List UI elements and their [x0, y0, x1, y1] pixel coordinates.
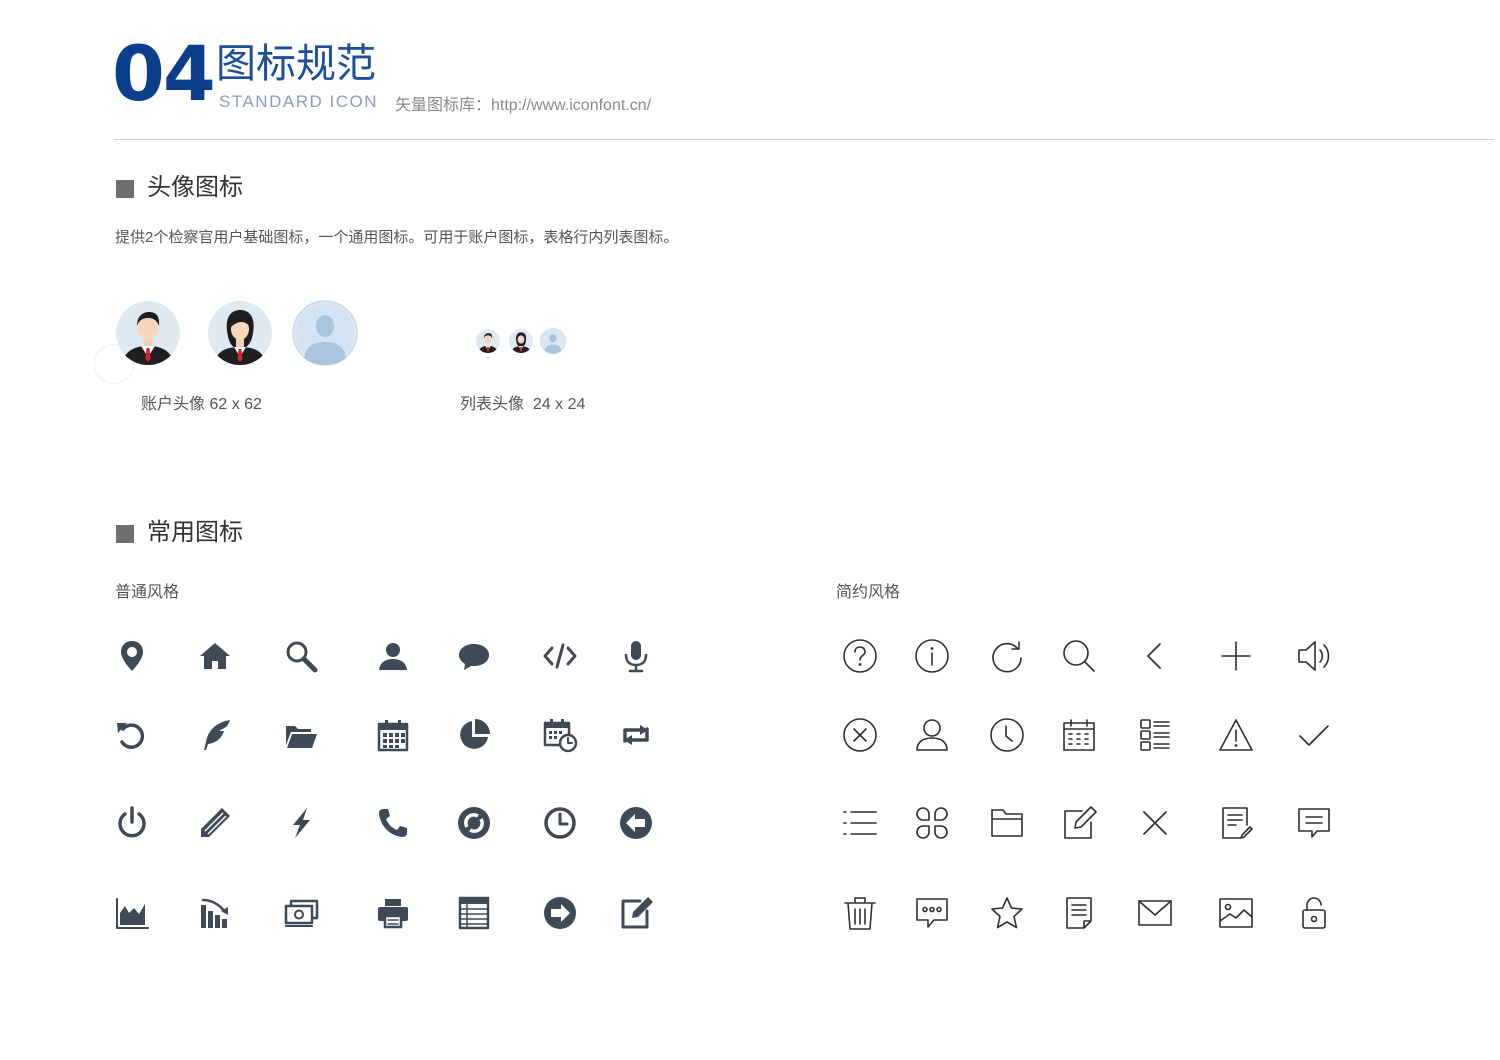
section-number: 04 — [112, 29, 216, 118]
image-icon[interactable] — [1214, 891, 1258, 935]
female-prosecutor-avatar — [208, 301, 272, 365]
calendar-icon[interactable] — [371, 713, 415, 757]
generic-user-avatar-small — [540, 328, 566, 354]
lock-icon[interactable] — [1292, 891, 1336, 935]
retweet-icon[interactable] — [614, 713, 658, 757]
chevron-left-icon[interactable] — [1133, 634, 1177, 678]
male-prosecutor-avatar-small — [476, 329, 500, 353]
comment-more-icon[interactable] — [910, 891, 954, 935]
mail-icon[interactable] — [1133, 891, 1177, 935]
code-icon[interactable] — [538, 634, 582, 678]
printer-icon[interactable] — [371, 891, 415, 935]
simple-style-label: 简约风格 — [836, 584, 901, 601]
male-prosecutor-avatar — [116, 301, 180, 365]
close-icon[interactable] — [1133, 801, 1177, 845]
apps-icon[interactable] — [910, 801, 954, 845]
power-icon[interactable] — [110, 801, 154, 845]
bar-chart-decline-icon[interactable] — [193, 891, 237, 935]
list-avatar-caption: 列表头像 24 x 24 — [460, 396, 586, 413]
info-icon[interactable] — [910, 634, 954, 678]
home-icon[interactable] — [193, 634, 237, 678]
folder-icon[interactable] — [985, 801, 1029, 845]
refresh-circle-icon[interactable] — [452, 801, 496, 845]
page-title: 图标规范 — [216, 42, 376, 86]
common-icons-section-title: 常用图标 — [147, 519, 243, 546]
document-edit-icon[interactable] — [1214, 801, 1258, 845]
list-grid-icon[interactable] — [1133, 713, 1177, 757]
refresh-icon[interactable] — [985, 634, 1029, 678]
document-icon[interactable] — [1057, 891, 1101, 935]
table-icon[interactable] — [452, 891, 496, 935]
clock-icon[interactable] — [538, 801, 582, 845]
user-icon[interactable] — [910, 713, 954, 757]
pencil-icon[interactable] — [193, 801, 237, 845]
area-chart-icon[interactable] — [110, 891, 154, 935]
edit-icon[interactable] — [1057, 801, 1101, 845]
calendar-icon[interactable] — [1057, 713, 1101, 757]
volume-icon[interactable] — [1292, 634, 1336, 678]
pie-chart-icon[interactable] — [452, 713, 496, 757]
check-icon[interactable] — [1292, 713, 1336, 757]
warning-icon[interactable] — [1214, 713, 1258, 757]
feather-icon[interactable] — [193, 713, 237, 757]
message-icon[interactable] — [1292, 801, 1336, 845]
plus-icon[interactable] — [1214, 634, 1258, 678]
question-icon[interactable] — [838, 634, 882, 678]
phone-icon[interactable] — [371, 801, 415, 845]
chat-bubble-icon[interactable] — [452, 634, 496, 678]
avatar-section-description: 提供2个检察官用户基础图标，一个通用图标。可用于账户图标，表格行内列表图标。 — [115, 229, 679, 246]
user-icon[interactable] — [371, 634, 415, 678]
undo-icon[interactable] — [110, 713, 154, 757]
microphone-icon[interactable] — [614, 634, 658, 678]
list-icon[interactable] — [838, 801, 882, 845]
edit-icon[interactable] — [614, 891, 658, 935]
page-subtitle: STANDARD ICON — [219, 92, 378, 111]
normal-style-label: 普通风格 — [115, 584, 180, 601]
search-icon[interactable] — [1057, 634, 1101, 678]
generic-user-avatar — [292, 300, 358, 366]
location-pin-icon[interactable] — [110, 634, 154, 678]
section-marker — [116, 525, 134, 543]
icon-library-link[interactable]: 矢量图标库：http://www.iconfont.cn/ — [395, 91, 651, 115]
calendar-clock-icon[interactable] — [538, 713, 582, 757]
female-prosecutor-avatar-small — [509, 329, 533, 353]
clock-icon[interactable] — [985, 713, 1029, 757]
trash-icon[interactable] — [838, 891, 882, 935]
folder-open-icon[interactable] — [279, 713, 323, 757]
avatar-section-title: 头像图标 — [147, 174, 243, 201]
money-icon[interactable] — [279, 891, 323, 935]
section-marker — [116, 180, 134, 198]
search-icon[interactable] — [279, 634, 323, 678]
arrow-left-circle-icon[interactable] — [614, 801, 658, 845]
header-divider — [114, 139, 1494, 140]
star-icon[interactable] — [985, 891, 1029, 935]
arrow-right-circle-icon[interactable] — [538, 891, 582, 935]
lightning-icon[interactable] — [279, 801, 323, 845]
close-circle-icon[interactable] — [838, 713, 882, 757]
account-avatar-caption: 账户头像 62 x 62 — [141, 396, 262, 413]
